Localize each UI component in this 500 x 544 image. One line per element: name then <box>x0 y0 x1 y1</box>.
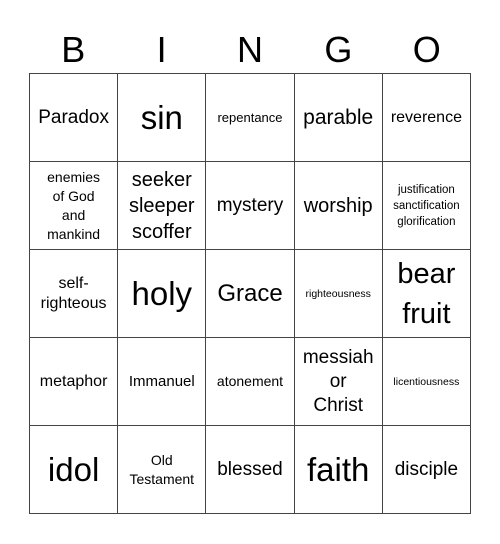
cell-text: disciple <box>394 458 459 480</box>
cell-text: seeker sleeper scoffer <box>128 168 195 243</box>
bingo-cell: Grace <box>206 250 295 338</box>
bingo-cell: idol <box>30 426 119 514</box>
bingo-grid: Paradox sin repentance parable reverence… <box>29 73 471 514</box>
cell-text: righteousness <box>305 287 371 300</box>
cell-text: Immanuel <box>128 373 195 390</box>
bingo-cell: faith <box>294 426 383 514</box>
bingo-cell: reverence <box>382 74 471 162</box>
cell-text: atonement <box>216 373 284 389</box>
bingo-cell: Old Testament <box>118 426 207 514</box>
bingo-cell: parable <box>294 74 383 162</box>
bingo-cell: self- righteous <box>30 250 119 338</box>
cell-text: holy <box>131 274 193 312</box>
header-letter-b: B <box>61 29 86 70</box>
bingo-cell: worship <box>294 162 383 250</box>
bingo-cell: mystery <box>206 162 295 250</box>
cell-text: idol <box>47 450 100 488</box>
header-letter-g: G <box>324 29 353 70</box>
bingo-cell: holy <box>118 250 207 338</box>
cell-text: sin <box>140 98 183 136</box>
cell-text: faith <box>307 450 370 488</box>
bingo-cell: enemies of God and mankind <box>30 162 119 250</box>
cell-text: Old Testament <box>129 451 195 487</box>
cell-text: parable <box>303 105 374 129</box>
cell-text: repentance <box>217 110 283 125</box>
bingo-cell: justification sanctification glorificati… <box>382 162 471 250</box>
bingo-cell: atonement <box>206 338 295 426</box>
cell-text: Grace <box>217 279 283 307</box>
cell-text: Paradox <box>38 106 109 128</box>
cell-text: enemies of God and mankind <box>47 168 101 242</box>
bingo-cell: messiah or Christ <box>294 338 383 426</box>
bingo-cell: sin <box>118 74 207 162</box>
cell-text: worship <box>303 194 373 217</box>
cell-text: bear fruit <box>397 257 456 330</box>
bingo-cell: licentiousness <box>382 338 471 426</box>
header-letter-i: I <box>156 29 167 70</box>
bingo-cell: blessed <box>206 426 295 514</box>
bingo-cell: disciple <box>382 426 471 514</box>
cell-text: metaphor <box>39 372 108 390</box>
bingo-cell: repentance <box>206 74 295 162</box>
cell-text: licentiousness <box>393 375 460 388</box>
bingo-cell: bear fruit <box>382 250 471 338</box>
cell-text: mystery <box>216 194 284 216</box>
bingo-cell: seeker sleeper scoffer <box>118 162 207 250</box>
bingo-header: B I N G O <box>29 28 471 72</box>
cell-text: blessed <box>217 458 283 480</box>
bingo-cell: Immanuel <box>118 338 207 426</box>
cell-text: reverence <box>390 108 462 126</box>
cell-text: messiah or Christ <box>302 346 374 416</box>
header-letter-n: N <box>236 29 263 70</box>
bingo-cell: metaphor <box>30 338 119 426</box>
bingo-cell: Paradox <box>30 74 119 162</box>
header-letter-o: O <box>412 29 441 70</box>
bingo-cell: righteousness <box>294 250 383 338</box>
cell-text: self- righteous <box>40 274 107 312</box>
cell-text: justification sanctification glorificati… <box>393 183 460 228</box>
